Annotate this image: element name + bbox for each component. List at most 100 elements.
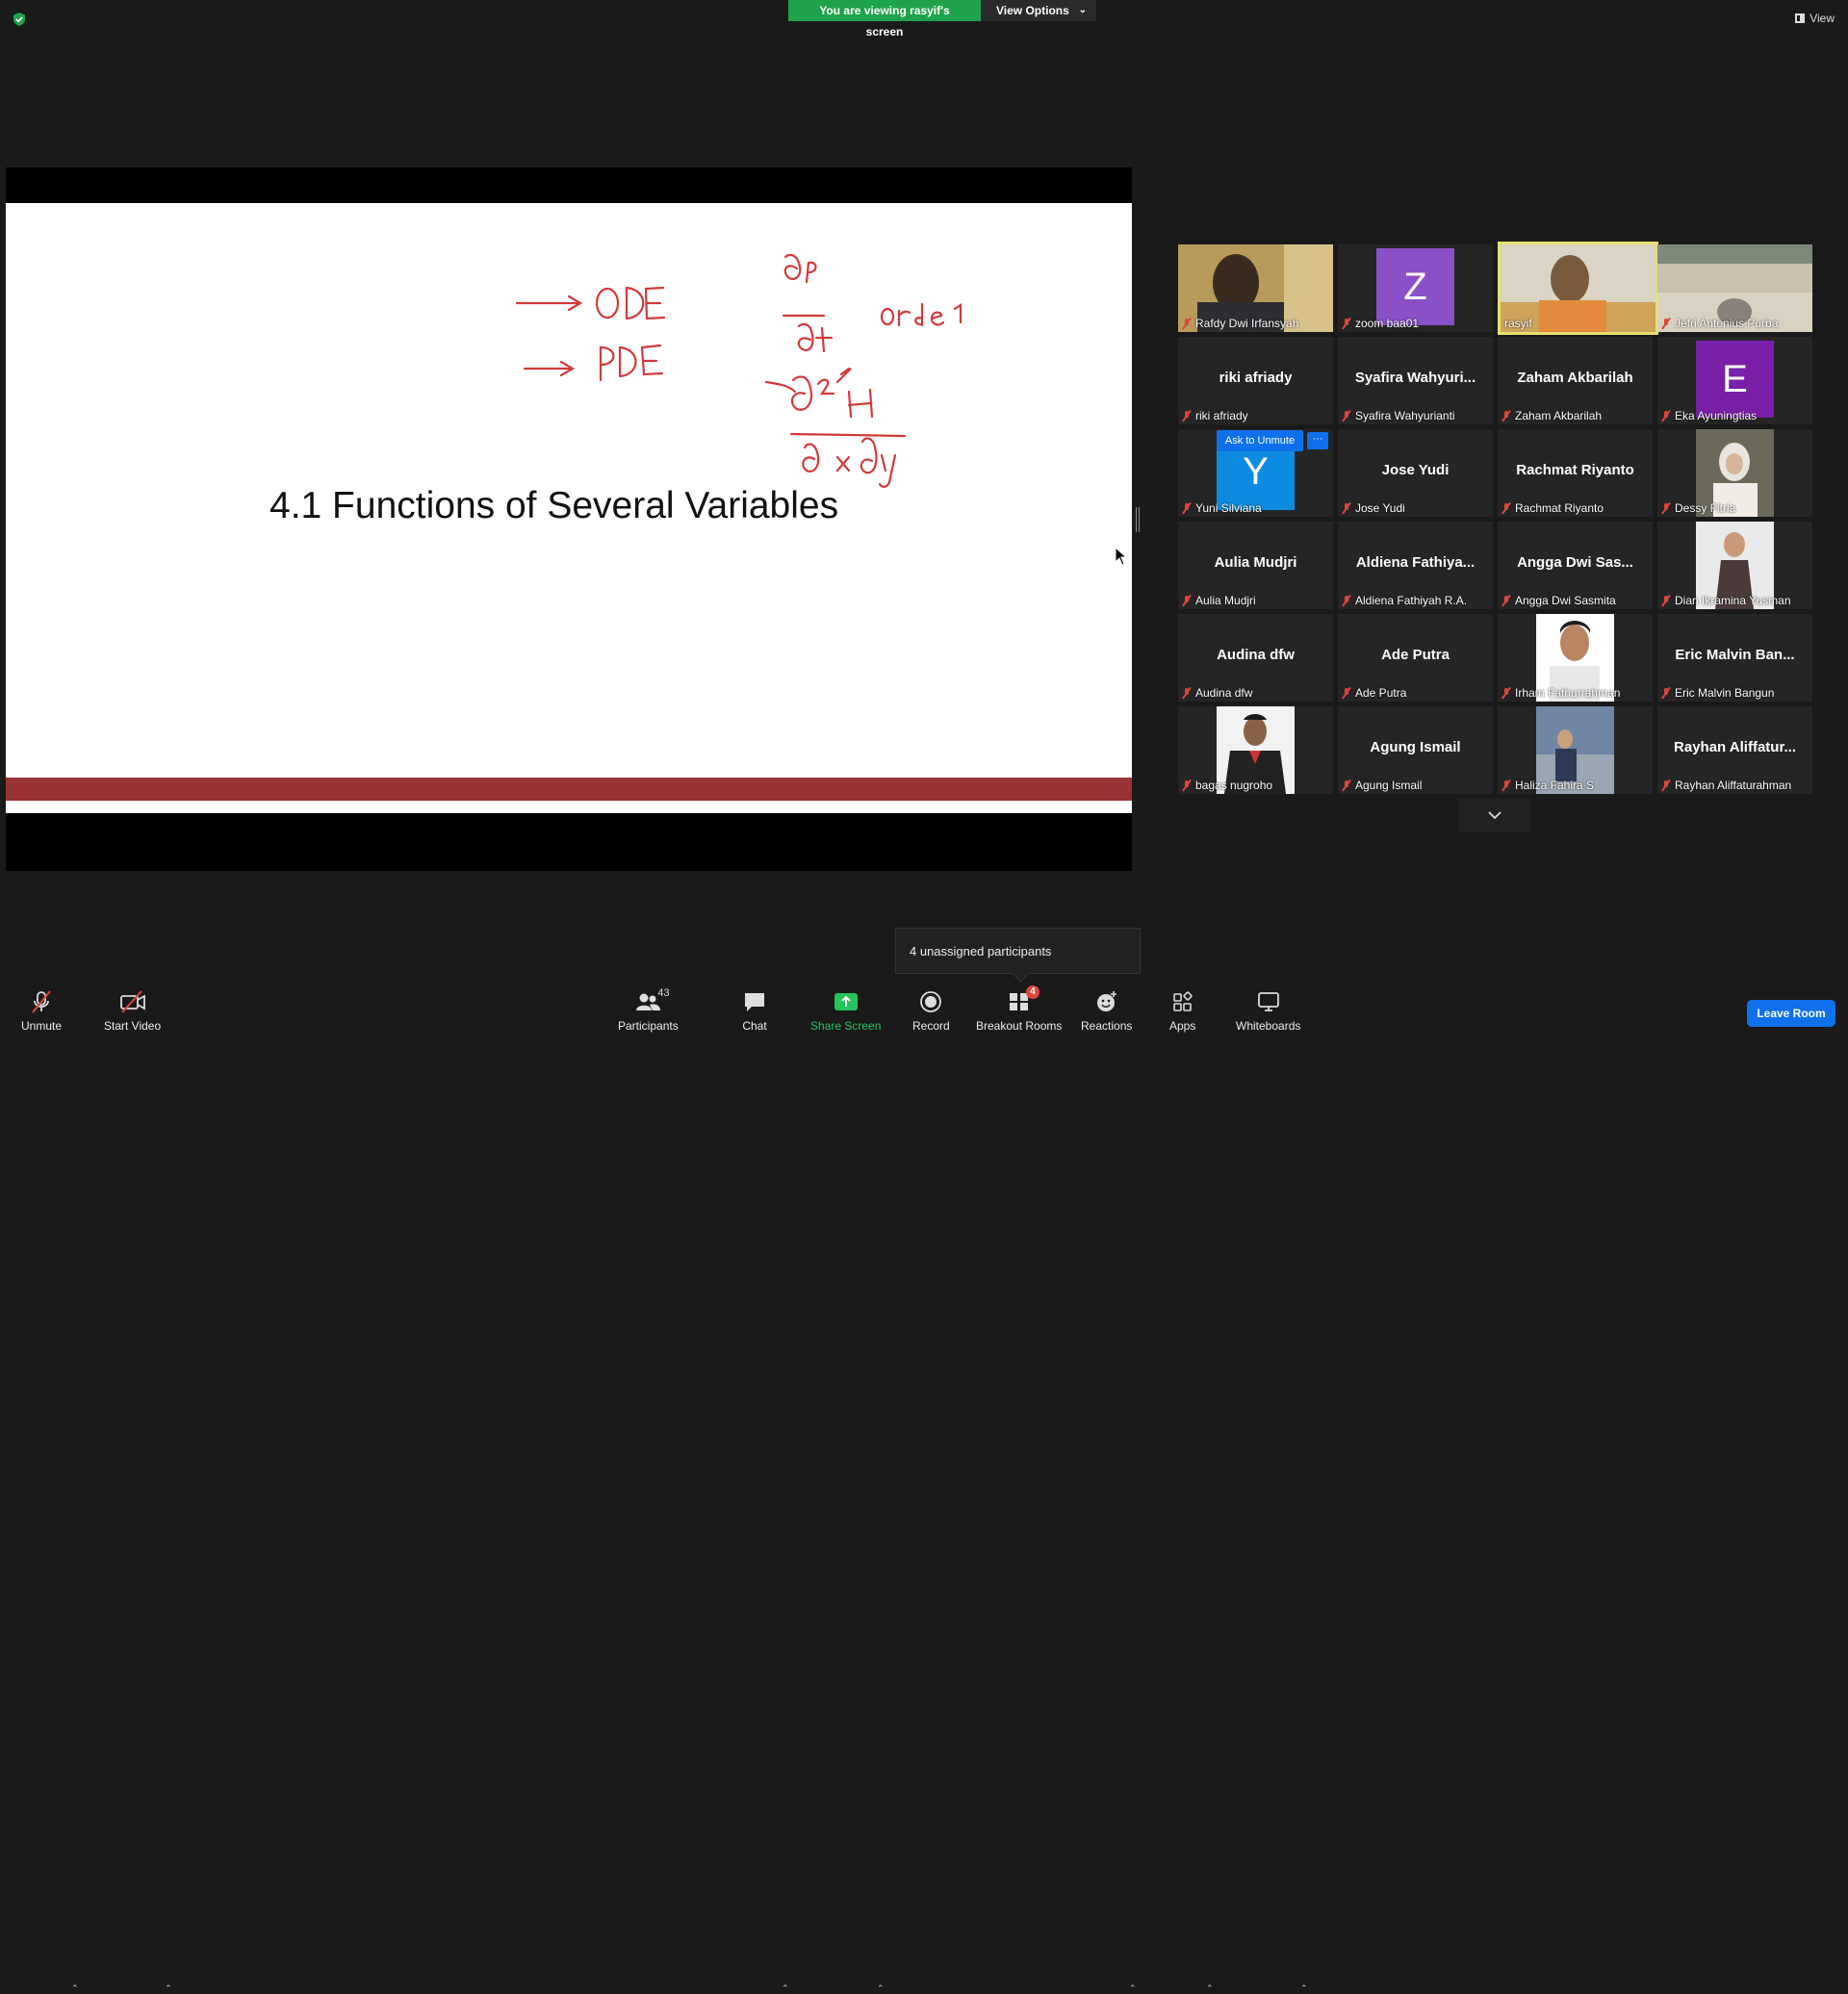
reactions-options-caret-icon[interactable]: ⌃	[1129, 1983, 1137, 1994]
participant-name: riki afriady	[1195, 409, 1248, 422]
gallery-next-page-button[interactable]	[1459, 799, 1530, 831]
video-options-caret-icon[interactable]: ⌃	[165, 1983, 172, 1994]
participant-tile[interactable]: bagas nugroho	[1178, 706, 1333, 794]
participant-name: Aulia Mudjri	[1195, 594, 1256, 607]
participant-avatar: Z	[1376, 248, 1454, 325]
ask-to-unmute-button[interactable]: Ask to Unmute	[1217, 430, 1303, 451]
participant-avatar: E	[1696, 341, 1774, 418]
audio-options-caret-icon[interactable]: ⌃	[71, 1983, 79, 1994]
participant-tile[interactable]: Aldiena Fathiya... Aldiena Fathiyah R.A.	[1338, 522, 1493, 609]
participant-name: Haliza Fahira S	[1515, 779, 1595, 792]
breakout-rooms-button[interactable]: 4 Breakout Rooms	[976, 985, 1062, 1033]
participant-tile[interactable]: E Eka Ayuningtias	[1657, 337, 1812, 424]
participant-display-name: Agung Ismail	[1370, 739, 1461, 755]
mic-muted-icon	[1182, 595, 1192, 606]
participant-tile[interactable]: Angga Dwi Sas... Angga Dwi Sasmita	[1498, 522, 1653, 609]
mic-muted-icon	[1661, 318, 1671, 329]
participant-tile[interactable]: Syafira Wahyuri... Syafira Wahyurianti	[1338, 337, 1493, 424]
gallery-layout-icon	[1795, 13, 1806, 23]
participant-display-name: Audina dfw	[1217, 647, 1295, 663]
participant-tile[interactable]: Z zoom baa01	[1338, 244, 1493, 332]
chat-options-caret-icon[interactable]: ⌃	[782, 1983, 789, 1994]
share-screen-label: Share Screen	[810, 1019, 882, 1033]
participant-name: Angga Dwi Sasmita	[1515, 594, 1616, 607]
participant-tile[interactable]: Dessy Fitria	[1657, 429, 1812, 517]
apps-button[interactable]: Apps	[1169, 989, 1195, 1033]
chat-label: Chat	[742, 1019, 767, 1033]
mic-muted-icon	[1661, 780, 1671, 791]
participant-tile[interactable]: Audina dfw Audina dfw	[1178, 614, 1333, 702]
unassigned-participants-tooltip: 4 unassigned participants	[895, 928, 1141, 974]
video-off-icon	[119, 990, 145, 1013]
participant-name: zoom baa01	[1355, 317, 1420, 330]
mic-muted-icon	[1182, 318, 1192, 329]
apps-options-caret-icon[interactable]: ⌃	[1206, 1983, 1214, 1994]
mic-muted-icon	[1342, 780, 1351, 791]
view-label: View	[1810, 12, 1835, 25]
more-options-button[interactable]: ···	[1307, 432, 1328, 449]
record-button[interactable]: Record	[912, 989, 950, 1033]
mic-muted-icon	[1502, 780, 1511, 791]
participant-tile-active-speaker[interactable]: rasyif	[1498, 242, 1658, 335]
shared-screen[interactable]: 4.1 Functions of Several Variables	[6, 167, 1132, 871]
security-shield-icon[interactable]	[12, 12, 27, 27]
mic-muted-icon	[1502, 687, 1511, 699]
whiteboards-button[interactable]: Whiteboards	[1236, 989, 1300, 1033]
presentation-slide: 4.1 Functions of Several Variables	[6, 203, 1132, 813]
split-view-resize-handle[interactable]	[1136, 507, 1140, 532]
share-options-caret-icon[interactable]: ⌃	[877, 1983, 885, 1994]
participant-name: Jose Yudi	[1355, 501, 1405, 515]
unmute-label: Unmute	[21, 1019, 63, 1033]
participant-tile[interactable]: Aulia Mudjri Aulia Mudjri	[1178, 522, 1333, 609]
start-video-button[interactable]: Start Video	[104, 989, 161, 1033]
view-options-button[interactable]: View Options ⌄	[981, 0, 1096, 21]
participant-display-name: Angga Dwi Sas...	[1517, 554, 1633, 571]
share-screen-icon	[834, 993, 858, 1010]
chat-button[interactable]: Chat	[742, 989, 767, 1033]
participants-button[interactable]: 43 Participants	[618, 987, 679, 1033]
participant-tile[interactable]: Irham Fathurrahman	[1498, 614, 1653, 702]
participant-tile[interactable]: Rayhan Aliffatur... Rayhan Aliffaturahma…	[1657, 706, 1812, 794]
participant-display-name: Ade Putra	[1381, 647, 1450, 663]
mic-muted-icon	[1342, 410, 1351, 422]
participant-tile[interactable]: Jefri Antonius Purba	[1657, 244, 1812, 332]
participant-display-name: Aulia Mudjri	[1214, 554, 1297, 571]
participant-tile[interactable]: riki afriady riki afriady	[1178, 337, 1333, 424]
start-video-label: Start Video	[104, 1019, 162, 1033]
participant-name: Ade Putra	[1355, 686, 1407, 700]
participant-name: Eka Ayuningtias	[1675, 409, 1758, 422]
participant-name: Dian Ikramina Yusman	[1675, 594, 1791, 607]
participant-name: Rafdy Dwi Irfansyah	[1195, 317, 1299, 330]
whiteboards-options-caret-icon[interactable]: ⌃	[1300, 1983, 1308, 1994]
mic-muted-icon	[1661, 410, 1671, 422]
share-screen-button[interactable]: Share Screen	[810, 989, 881, 1033]
participant-tile[interactable]: Agung Ismail Agung Ismail	[1338, 706, 1493, 794]
participant-tile[interactable]: Haliza Fahira S	[1498, 706, 1653, 794]
mic-muted-icon	[1182, 410, 1192, 422]
participant-tile[interactable]: Ask to Unmute ··· Y Yuni Silviana	[1178, 429, 1333, 517]
mic-muted-icon	[1502, 410, 1511, 422]
participant-name: Irham Fathurrahman	[1515, 686, 1621, 700]
participant-display-name: Eric Malvin Ban...	[1675, 647, 1795, 663]
participant-name: rasyif	[1504, 317, 1532, 330]
view-options-label: View Options	[996, 4, 1069, 17]
participant-tile[interactable]: Jose Yudi Jose Yudi	[1338, 429, 1493, 517]
participant-tile[interactable]: Zaham Akbarilah Zaham Akbarilah	[1498, 337, 1653, 424]
view-layout-button[interactable]: View	[1795, 12, 1835, 25]
participant-tile[interactable]: Rachmat Riyanto Rachmat Riyanto	[1498, 429, 1653, 517]
participant-tile[interactable]: Ade Putra Ade Putra	[1338, 614, 1493, 702]
reactions-label: Reactions	[1081, 1019, 1133, 1033]
unmute-button[interactable]: Unmute	[21, 989, 62, 1033]
leave-room-button[interactable]: Leave Room	[1747, 1000, 1835, 1027]
handwritten-annotations	[515, 253, 962, 488]
participant-tile[interactable]: Dian Ikramina Yusman	[1657, 522, 1812, 609]
participant-name: Aldiena Fathiyah R.A.	[1355, 594, 1468, 607]
participant-name: Rayhan Aliffaturahman	[1675, 779, 1792, 792]
participant-tile[interactable]: Eric Malvin Ban... Eric Malvin Bangun	[1657, 614, 1812, 702]
record-icon	[920, 991, 942, 1012]
whiteboard-icon	[1257, 992, 1279, 1011]
mic-muted-icon	[1342, 318, 1351, 329]
reactions-button[interactable]: Reactions	[1081, 989, 1132, 1033]
participant-tile[interactable]: Rafdy Dwi Irfansyah	[1178, 244, 1333, 332]
participant-name: bagas nugroho	[1195, 779, 1273, 792]
